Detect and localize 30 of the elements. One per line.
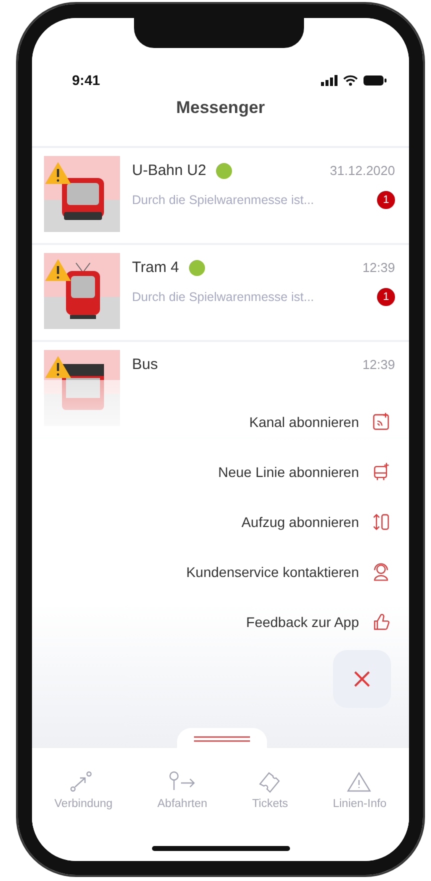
close-icon — [353, 670, 371, 688]
screen-title: Messenger — [176, 98, 265, 119]
signal-icon — [321, 74, 338, 86]
battery-icon — [363, 74, 387, 86]
channel-name: U-Bahn U2 — [132, 162, 206, 179]
menu-item[interactable]: Kundenservice kontaktieren — [186, 564, 359, 580]
unread-badge: 1 — [377, 191, 395, 209]
message-preview: Durch die Spielwarenmesse ist... — [132, 290, 314, 304]
drawer-handle[interactable] — [177, 728, 267, 750]
message-time: 12:39 — [362, 260, 395, 275]
menu-item[interactable]: Feedback zur App — [246, 614, 359, 630]
vehicle-plus-icon[interactable] — [371, 462, 391, 482]
warning-icon — [346, 770, 374, 794]
elevator-icon[interactable] — [371, 512, 391, 532]
message-time: 31.12.2020 — [330, 163, 395, 178]
broadcast-plus-icon[interactable] — [371, 412, 391, 432]
wifi-icon — [343, 74, 358, 86]
thumbs-up-icon[interactable] — [371, 612, 391, 632]
channel-name: Tram 4 — [132, 259, 179, 276]
channel-row[interactable]: U-Bahn U2 31.12.2020 Durch die Spielwarenmesse ist... 1 — [32, 148, 409, 245]
message-time: 12:39 — [362, 357, 395, 372]
headset-person-icon[interactable] — [371, 562, 391, 582]
channel-row[interactable]: Tram 4 12:39 Durch die Spielwarenmesse ist... 1 — [32, 245, 409, 342]
menu-item[interactable]: Neue Linie abonnieren — [218, 464, 359, 480]
menu-item[interactable]: Aufzug abonnieren — [241, 514, 359, 530]
message-preview: Durch die Spielwarenmesse ist... — [132, 193, 314, 207]
channel-name: Bus — [132, 356, 158, 373]
menu-item[interactable]: Kanal abonnieren — [249, 414, 359, 430]
unread-badge: 1 — [377, 288, 395, 306]
status-time: 9:41 — [72, 72, 100, 88]
